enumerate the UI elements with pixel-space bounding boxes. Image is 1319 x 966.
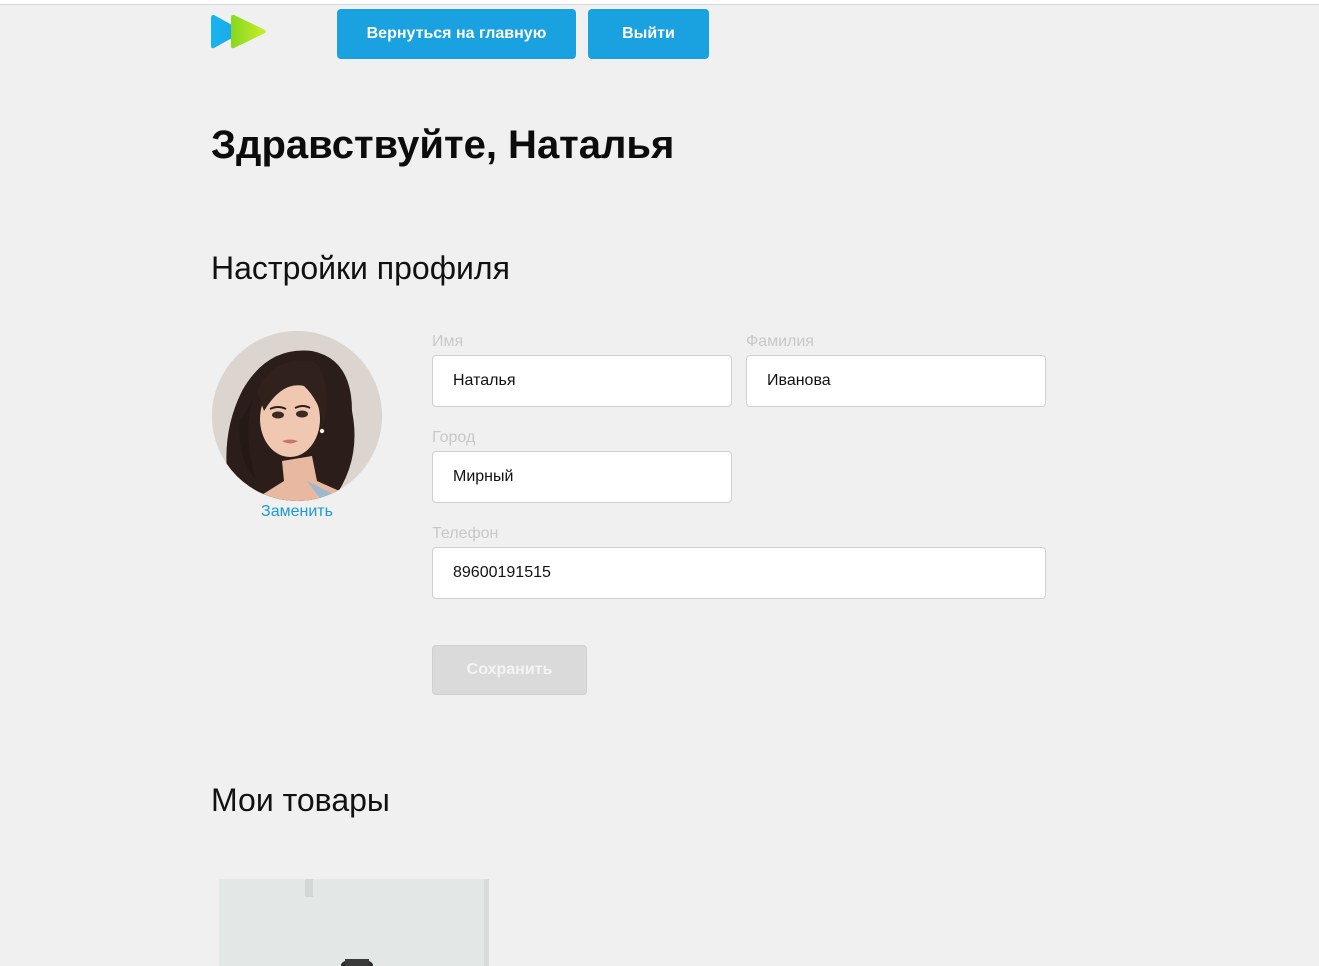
replace-avatar-link[interactable]: Заменить <box>212 503 382 521</box>
profile-settings-heading: Настройки профиля <box>211 250 510 286</box>
my-goods-heading: Мои товары <box>211 782 390 818</box>
product-image[interactable] <box>219 879 489 966</box>
play-forward-logo-icon[interactable] <box>211 13 267 51</box>
page-title: Здравствуйте, Наталья <box>211 123 675 167</box>
user-avatar <box>212 331 382 501</box>
profile-page: Вернуться на главную Выйти Здравствуйте,… <box>0 0 1319 966</box>
name-label: Имя <box>432 333 464 350</box>
top-border <box>0 0 1319 5</box>
phone-field[interactable] <box>432 547 1046 599</box>
surname-label: Фамилия <box>746 333 814 350</box>
home-button[interactable]: Вернуться на главную <box>337 9 576 59</box>
phone-label: Телефон <box>432 525 499 542</box>
city-field[interactable] <box>432 451 732 503</box>
name-field[interactable] <box>432 355 732 407</box>
logout-button[interactable]: Выйти <box>588 9 709 59</box>
surname-field[interactable] <box>746 355 1046 407</box>
city-label: Город <box>432 429 476 446</box>
save-button[interactable]: Сохранить <box>432 645 587 695</box>
